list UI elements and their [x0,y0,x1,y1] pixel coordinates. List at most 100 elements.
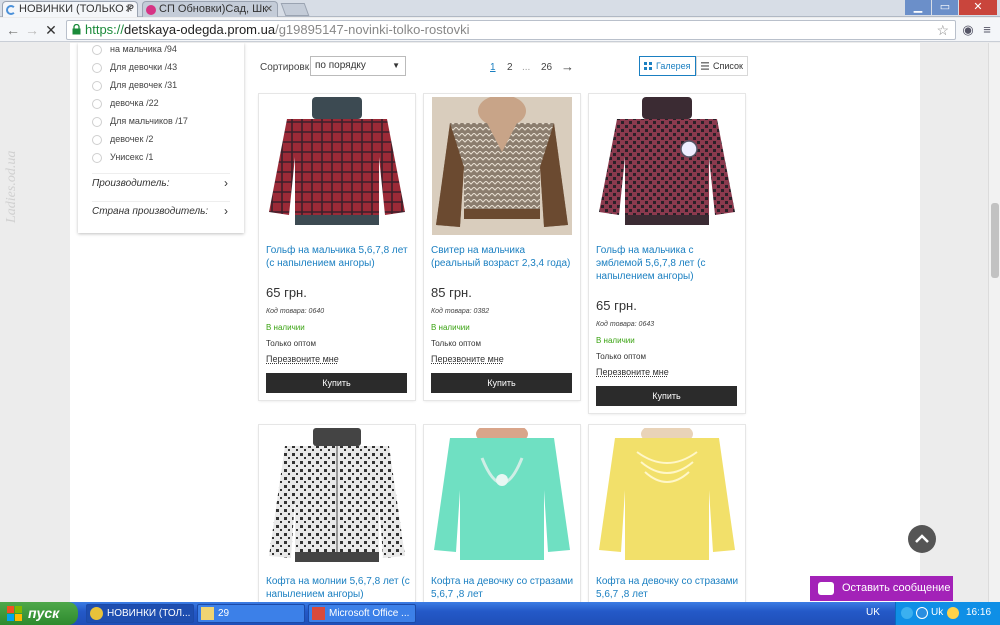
product-photo[interactable] [267,97,407,235]
product-photo[interactable] [267,428,407,566]
scrollbar-thumb[interactable] [991,203,999,278]
filter-option[interactable]: Для мальчиков /17 [92,113,188,129]
filter-count: /2 [145,134,154,144]
product-price: 65 грн. [266,285,307,300]
product-card[interactable]: Кофта на девочку со стразами 5,6,7 ,8 ле… [589,425,745,602]
radio-icon [92,152,102,163]
chat-label: Оставить сообщение [842,582,951,594]
product-title[interactable]: Кофта на девочку со стразами 5,6,7 ,8 ле… [431,575,577,601]
loading-icon [6,5,16,15]
product-card[interactable]: Кофта на молнии 5,6,7,8 лет (с напыление… [259,425,415,602]
buy-button[interactable]: Купить [266,373,407,393]
office-icon [312,607,325,620]
back-button[interactable]: ← [4,21,22,39]
tab-sp-obnovki[interactable]: СП Обновки)Сад, Шк ✕ [142,1,278,17]
callback-link[interactable]: Перезвоните мне [431,354,504,364]
buy-button[interactable]: Купить [596,386,737,406]
clock: 16:16 [966,607,992,618]
close-tab-icon[interactable]: ✕ [125,2,133,17]
next-page-arrow[interactable]: → [561,59,574,74]
sweater-image [269,97,405,225]
product-title[interactable]: Гольф на мальчика 5,6,7,8 лет (с напылен… [266,244,412,270]
filter-panel: на мальчика /94 Для девочки /43 Для дево… [78,43,244,233]
network-icon[interactable] [947,607,959,619]
tab-novinki[interactable]: НОВИНКИ (ТОЛЬКО Р ✕ [2,1,138,17]
close-window-button[interactable]: ✕ [959,0,997,15]
bookmark-star-icon[interactable]: ☆ [936,21,949,39]
new-tab-button[interactable] [280,3,310,16]
filter-count: /22 [146,98,159,108]
taskbar-item-label: Microsoft Office ... [329,608,410,619]
radio-icon [92,98,102,109]
list-view-button[interactable]: Список [696,56,748,76]
product-photo[interactable] [597,428,737,566]
filter-count: /31 [164,80,178,90]
taskbar-item-folder[interactable]: 29 [197,604,305,623]
filter-label: Унисекс [110,152,144,162]
lips-icon [146,5,156,15]
callback-link[interactable]: Перезвоните мне [596,367,669,377]
stock-status: В наличии [266,323,305,332]
page-link-26[interactable]: 26 [541,62,552,73]
sort-select[interactable]: по порядку ▼ [310,56,406,76]
scroll-to-top-button[interactable] [908,525,936,553]
product-photo[interactable] [432,97,572,235]
product-card[interactable]: Свитер на мальчика (реальный возраст 2,3… [424,94,580,400]
product-title[interactable]: Кофта на молнии 5,6,7,8 лет (с напыление… [266,575,412,601]
filter-label: Для девочки [110,62,163,72]
keyboard-lang[interactable]: Uk [931,607,943,618]
skype-icon[interactable] [916,607,928,619]
language-indicator[interactable]: UK [866,607,880,618]
stop-button[interactable]: ✕ [42,21,60,39]
back-arrow-tray-icon[interactable] [901,607,913,619]
list-label: Список [713,61,743,71]
filter-option[interactable]: Для девочки /43 [92,59,177,75]
page-link-2[interactable]: 2 [507,62,513,73]
filter-group-label: Страна производитель: [92,206,209,217]
address-bar[interactable]: https://detskaya-odegda.prom.ua/g1989514… [66,20,956,40]
grid-icon [644,62,652,70]
buy-button[interactable]: Купить [431,373,572,393]
product-card[interactable]: Кофта на девочку со стразами 5,6,7 ,8 ле… [424,425,580,602]
product-title[interactable]: Кофта на девочку со стразами 5,6,7 ,8 ле… [596,575,742,601]
product-photo[interactable] [432,428,572,566]
leave-message-button[interactable]: Оставить сообщение [810,576,953,601]
list-icon [701,62,709,70]
taskbar-item-chrome[interactable]: НОВИНКИ (ТОЛ... [86,604,194,623]
chrome-icon [90,607,103,620]
product-title[interactable]: Свитер на мальчика (реальный возраст 2,3… [431,244,577,270]
gallery-label: Галерея [656,61,691,71]
product-card[interactable]: Гольф на мальчика с эмблемой 5,6,7,8 лет… [589,94,745,413]
start-button[interactable]: пуск [0,602,78,625]
product-photo[interactable] [597,97,737,235]
filter-option[interactable]: на мальчика /94 [92,43,177,57]
filter-label: девочка [110,98,144,108]
filter-group-country[interactable]: Страна производитель: › [92,201,230,219]
forward-button[interactable]: → [23,21,41,39]
radio-icon [92,116,102,127]
filter-option[interactable]: девочек /2 [92,131,153,147]
minimize-button[interactable]: ▁ [905,0,931,15]
wholesale-note: Только оптом [431,339,481,348]
page-link-1[interactable]: 1 [490,62,496,73]
gallery-view-button[interactable]: Галерея [639,56,696,76]
filter-option[interactable]: Для девочек /31 [92,77,177,93]
product-price: 65 грн. [596,298,637,313]
filter-option[interactable]: Унисекс /1 [92,149,153,165]
taskbar-item-office[interactable]: Microsoft Office ... [308,604,416,623]
filter-option[interactable]: девочка /22 [92,95,159,111]
chevron-right-icon: › [224,204,228,218]
page-scrollbar[interactable] [988,43,1000,602]
maximize-button[interactable]: ▭ [932,0,958,15]
product-card[interactable]: Гольф на мальчика 5,6,7,8 лет (с напылен… [259,94,415,400]
filter-label: Для девочек [110,80,163,90]
product-title[interactable]: Гольф на мальчика с эмблемой 5,6,7,8 лет… [596,244,742,283]
menu-icon[interactable]: ≡ [978,21,996,39]
callback-link[interactable]: Перезвоните мне [266,354,339,364]
filter-group-manufacturer[interactable]: Производитель: › [92,173,230,191]
filter-count: /43 [164,62,178,72]
extension-icon[interactable]: ◉ [959,21,977,39]
close-tab-icon[interactable]: ✕ [265,2,273,17]
lock-icon [72,24,81,35]
filter-label: Для мальчиков [110,116,173,126]
